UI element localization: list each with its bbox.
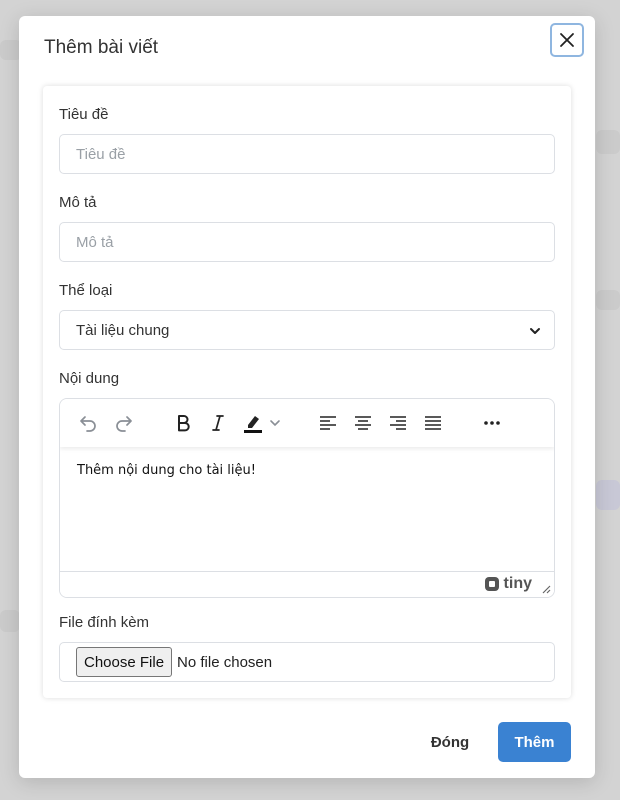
redo-button[interactable]: [113, 412, 135, 434]
italic-icon: [212, 415, 224, 431]
editor-content[interactable]: Thêm nội dung cho tài liệu!: [77, 463, 256, 478]
highlight-icon: [244, 416, 262, 433]
tiny-logo-icon: [484, 577, 499, 591]
editor-toolbar: [60, 399, 554, 447]
justify-icon: [425, 416, 441, 430]
align-right-button[interactable]: [387, 412, 409, 434]
undo-icon: [80, 416, 96, 432]
tiny-brand-text: tiny: [503, 575, 532, 592]
bold-icon: [178, 415, 190, 432]
justify-button[interactable]: [422, 412, 444, 434]
description-input[interactable]: [59, 222, 555, 262]
rich-text-editor[interactable]: Thêm nội dung cho tài liệu! tiny: [59, 398, 555, 598]
resize-handle-icon[interactable]: [541, 584, 551, 594]
backdrop-shape: [0, 610, 20, 632]
add-post-modal: Thêm bài viết Tiêu đề Mô tả Thể loại Tài…: [19, 16, 595, 778]
align-center-button[interactable]: [352, 412, 374, 434]
title-label: Tiêu đề: [59, 106, 109, 123]
italic-button[interactable]: [207, 412, 229, 434]
category-select[interactable]: Tài liệu chung: [59, 310, 555, 350]
modal-title: Thêm bài viết: [44, 37, 159, 58]
align-center-icon: [355, 416, 371, 430]
description-label: Mô tả: [59, 194, 97, 211]
content-label: Nội dung: [59, 370, 120, 387]
close-button[interactable]: [550, 23, 584, 57]
category-value: Tài liệu chung: [76, 321, 170, 339]
align-right-icon: [390, 416, 406, 430]
choose-file-button[interactable]: Choose File: [76, 647, 173, 677]
submit-button[interactable]: Thêm: [498, 722, 571, 762]
file-status: No file chosen: [177, 653, 273, 671]
undo-button[interactable]: [77, 412, 99, 434]
backdrop-shape: [596, 130, 620, 154]
chevron-down-icon: [530, 328, 540, 334]
editor-statusbar: tiny: [60, 571, 554, 597]
close-dialog-button[interactable]: Đóng: [419, 722, 481, 762]
title-input[interactable]: [59, 134, 555, 174]
tiny-logo: tiny: [484, 575, 532, 593]
highlight-button[interactable]: [242, 412, 264, 434]
category-label: Thể loại: [59, 282, 113, 299]
file-input: Choose File No file chosen: [59, 642, 555, 682]
backdrop-shape: [596, 290, 620, 310]
attachment-label: File đính kèm: [59, 614, 150, 631]
close-icon: [560, 33, 574, 47]
redo-icon: [116, 416, 132, 432]
more-button[interactable]: [481, 412, 503, 434]
form-card: Tiêu đề Mô tả Thể loại Tài liệu chung Nộ…: [43, 86, 571, 698]
align-left-button[interactable]: [317, 412, 339, 434]
align-left-icon: [320, 416, 336, 430]
backdrop-shape: [596, 480, 620, 510]
more-icon: [484, 421, 500, 425]
bold-button[interactable]: [172, 412, 194, 434]
chevron-down-icon: [270, 420, 280, 427]
highlight-dropdown[interactable]: [267, 412, 283, 434]
